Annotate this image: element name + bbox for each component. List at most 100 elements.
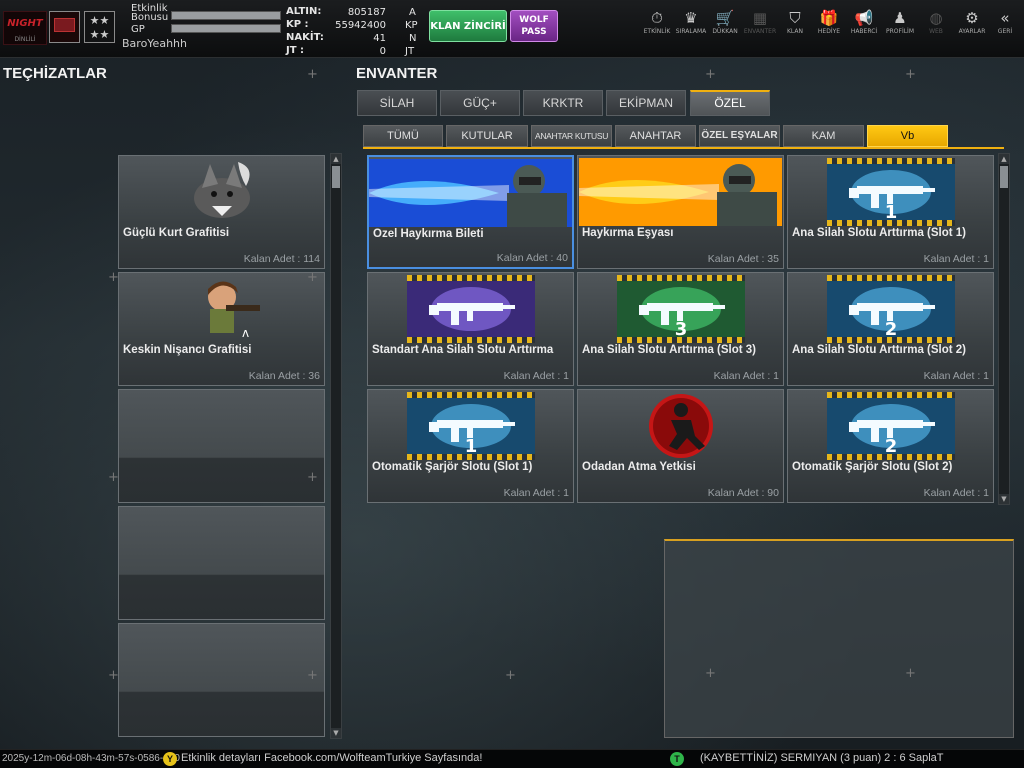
etkinlik-icon: ⏱ bbox=[651, 9, 663, 27]
inventory-scrollbar[interactable]: ▲ ▼ bbox=[998, 153, 1010, 505]
subtab-anahtar[interactable]: ANAHTAR bbox=[615, 125, 696, 147]
svg-text:ʌ: ʌ bbox=[242, 326, 249, 340]
haberci-icon: 📢 bbox=[854, 9, 874, 27]
scroll-down-icon[interactable]: ▼ bbox=[331, 728, 341, 738]
empty-slot[interactable] bbox=[118, 389, 325, 503]
item-card[interactable]: 2 Otomatik Şarjör Slotu (Slot 2) Kalan Ade… bbox=[787, 389, 994, 503]
siralama-icon: ♛ bbox=[684, 9, 698, 27]
plus-decor-icon: + bbox=[905, 67, 916, 82]
plus-decor-icon: + bbox=[307, 470, 318, 485]
rank-stars-icon[interactable]: ★★ ★★ bbox=[84, 11, 115, 43]
subtab-anahtar-kutusu[interactable]: ANAHTAR KUTUSU bbox=[531, 125, 612, 147]
plus-decor-icon: + bbox=[108, 470, 119, 485]
item-card[interactable]: Odadan Atma Yetkisi Kalan Adet : 90 bbox=[577, 389, 784, 503]
top-bar: NIGHT DİNLİLİ ★★ ★★ Etkinlik Bonusu GP Ba… bbox=[0, 0, 1024, 58]
subtab-tumu[interactable]: TÜMÜ bbox=[363, 125, 443, 147]
item-name: Ana Silah Slotu Arttırma (Slot 1) bbox=[792, 227, 967, 239]
item-name: Otomatik Şarjör Slotu (Slot 1) bbox=[372, 461, 533, 473]
nav-dukkan[interactable]: 🛒 DÜKKAN bbox=[708, 8, 742, 35]
nav-label: ETKİNLİK bbox=[643, 28, 671, 35]
news-ticker: 2025y-12m-06d-08h-43m-57s-0586-690 Y Etk… bbox=[0, 749, 1024, 768]
nav-web[interactable]: ◍ WEB bbox=[919, 8, 953, 35]
item-count: Kalan Adet : 35 bbox=[707, 253, 779, 265]
nav-haberci[interactable]: 📢 HABERCİ bbox=[847, 8, 881, 35]
item-name: Haykırma Eşyası bbox=[582, 227, 674, 239]
scroll-down-icon[interactable]: ▼ bbox=[999, 494, 1009, 504]
klan-zinciri-button[interactable]: KLAN ZİNCİRİ bbox=[429, 10, 507, 42]
hediye-icon: 🎁 bbox=[819, 9, 839, 27]
event-bonus-label: Etkinlik Bonusu bbox=[131, 3, 169, 23]
megaphone-soldier-icon bbox=[369, 159, 572, 231]
nav-klan[interactable]: ⛉ KLAN bbox=[778, 8, 812, 35]
rifle-slot-icon: 1 bbox=[826, 158, 955, 230]
item-count: Kalan Adet : 1 bbox=[503, 370, 569, 382]
ticker-score: (KAYBETTİNİZ) SERMIYAN (3 puan) 2 : 6 Sa… bbox=[700, 752, 944, 764]
nav-label: ENVANTER bbox=[743, 28, 777, 35]
clan-badge-icon[interactable] bbox=[49, 11, 80, 43]
svg-text:2: 2 bbox=[884, 319, 897, 340]
item-card[interactable]: 1 Otomatik Şarjör Slotu (Slot 1) Kalan Ade… bbox=[367, 389, 574, 503]
cash-unit: N bbox=[409, 33, 417, 44]
web-icon: ◍ bbox=[929, 9, 943, 27]
item-card[interactable]: 3 Ana Silah Slotu Arttırma (Slot 3) Kalan … bbox=[577, 272, 784, 386]
kick-icon bbox=[641, 392, 721, 464]
nav-siralama[interactable]: ♛ SIRALAMA bbox=[674, 8, 708, 35]
plus-decor-icon: + bbox=[705, 666, 716, 681]
nav-profilim[interactable]: ♟ PROFİLİM bbox=[883, 8, 917, 35]
empty-slot[interactable] bbox=[118, 623, 325, 737]
item-card[interactable]: 2 Ana Silah Slotu Arttırma (Slot 2) Kalan … bbox=[787, 272, 994, 386]
jt-value: 0 bbox=[379, 46, 386, 57]
scroll-up-icon[interactable]: ▲ bbox=[999, 154, 1009, 164]
scroll-thumb[interactable] bbox=[1000, 166, 1008, 188]
nav-geri[interactable]: «GERİ bbox=[988, 8, 1022, 35]
nav-hediye[interactable]: 🎁 HEDİYE bbox=[812, 8, 846, 35]
plus-decor-icon: + bbox=[307, 67, 318, 82]
item-card[interactable]: Standart Ana Silah Slotu Arttırma Kalan A… bbox=[367, 272, 574, 386]
rifle-slot-icon: 1 bbox=[406, 392, 535, 464]
profilim-icon: ♟ bbox=[893, 9, 907, 27]
subtab-kam[interactable]: KAM bbox=[783, 125, 864, 147]
tab-guc[interactable]: GÜÇ+ bbox=[440, 90, 520, 116]
scroll-thumb[interactable] bbox=[332, 166, 340, 188]
plus-decor-icon: + bbox=[108, 668, 119, 683]
rifle-slot-icon bbox=[406, 275, 535, 347]
empty-slot[interactable] bbox=[118, 506, 325, 620]
item-name: Özel Haykırma Bileti bbox=[373, 228, 484, 240]
equipment-list: Güçlü Kurt Grafitisi Kalan Adet : 114 ʌ Kes… bbox=[118, 155, 328, 740]
yellow-info-icon: Y bbox=[163, 752, 177, 766]
subtab-underline bbox=[363, 147, 1004, 149]
nav-label: PROFİLİM bbox=[885, 28, 915, 35]
item-card[interactable]: ʌ Keskin Nişancı Grafitisi Kalan Adet : 36 bbox=[118, 272, 325, 386]
item-card[interactable]: Güçlü Kurt Grafitisi Kalan Adet : 114 bbox=[118, 155, 325, 269]
equipment-scrollbar[interactable]: ▲ ▼ bbox=[330, 153, 342, 739]
item-count: Kalan Adet : 1 bbox=[923, 370, 989, 382]
username: BaroYeahhh bbox=[122, 37, 187, 50]
nav-label: WEB bbox=[929, 28, 943, 35]
cash-value: 41 bbox=[373, 33, 386, 44]
nav-ayarlar[interactable]: ⚙ AYARLAR bbox=[955, 8, 989, 35]
ticker-notice: Etkinlik detayları Facebook.com/Wolfteam… bbox=[181, 752, 483, 764]
tab-krktr[interactable]: KRKTR bbox=[523, 90, 603, 116]
svg-text:2: 2 bbox=[884, 436, 897, 457]
rank-logo: NIGHT DİNLİLİ bbox=[3, 11, 47, 45]
item-card[interactable]: Özel Haykırma Bileti Kalan Adet : 40 bbox=[367, 155, 574, 269]
nav-etkinlik[interactable]: ⏱ ETKİNLİK bbox=[640, 8, 674, 35]
nav-envanter[interactable]: ▦ ENVANTER bbox=[743, 8, 777, 35]
nav-label: AYARLAR bbox=[958, 28, 986, 35]
subtab-ozel-esyalar[interactable]: ÖZEL EŞYALAR bbox=[699, 125, 780, 147]
tab-ekipman[interactable]: EKİPMAN bbox=[606, 90, 686, 116]
ticker-timestamp: 2025y-12m-06d-08h-43m-57s-0586-690 bbox=[2, 753, 180, 764]
svg-text:3: 3 bbox=[674, 319, 687, 340]
gp-label: GP bbox=[131, 24, 145, 35]
svg-text:1: 1 bbox=[884, 202, 897, 223]
tab-ozel[interactable]: ÖZEL bbox=[690, 90, 770, 116]
item-card[interactable]: 1 Ana Silah Slotu Arttırma (Slot 1) Kalan … bbox=[787, 155, 994, 269]
item-count: Kalan Adet : 114 bbox=[243, 253, 320, 265]
subtab-vb[interactable]: Vb bbox=[867, 125, 948, 147]
item-card[interactable]: Haykırma Eşyası Kalan Adet : 35 bbox=[577, 155, 784, 269]
subtab-kutular[interactable]: KUTULAR bbox=[446, 125, 528, 147]
wolf-pass-button[interactable]: WOLF PASS bbox=[510, 10, 558, 42]
item-name: Otomatik Şarjör Slotu (Slot 2) bbox=[792, 461, 953, 473]
scroll-up-icon[interactable]: ▲ bbox=[331, 154, 341, 164]
tab-silah[interactable]: SİLAH bbox=[357, 90, 437, 116]
